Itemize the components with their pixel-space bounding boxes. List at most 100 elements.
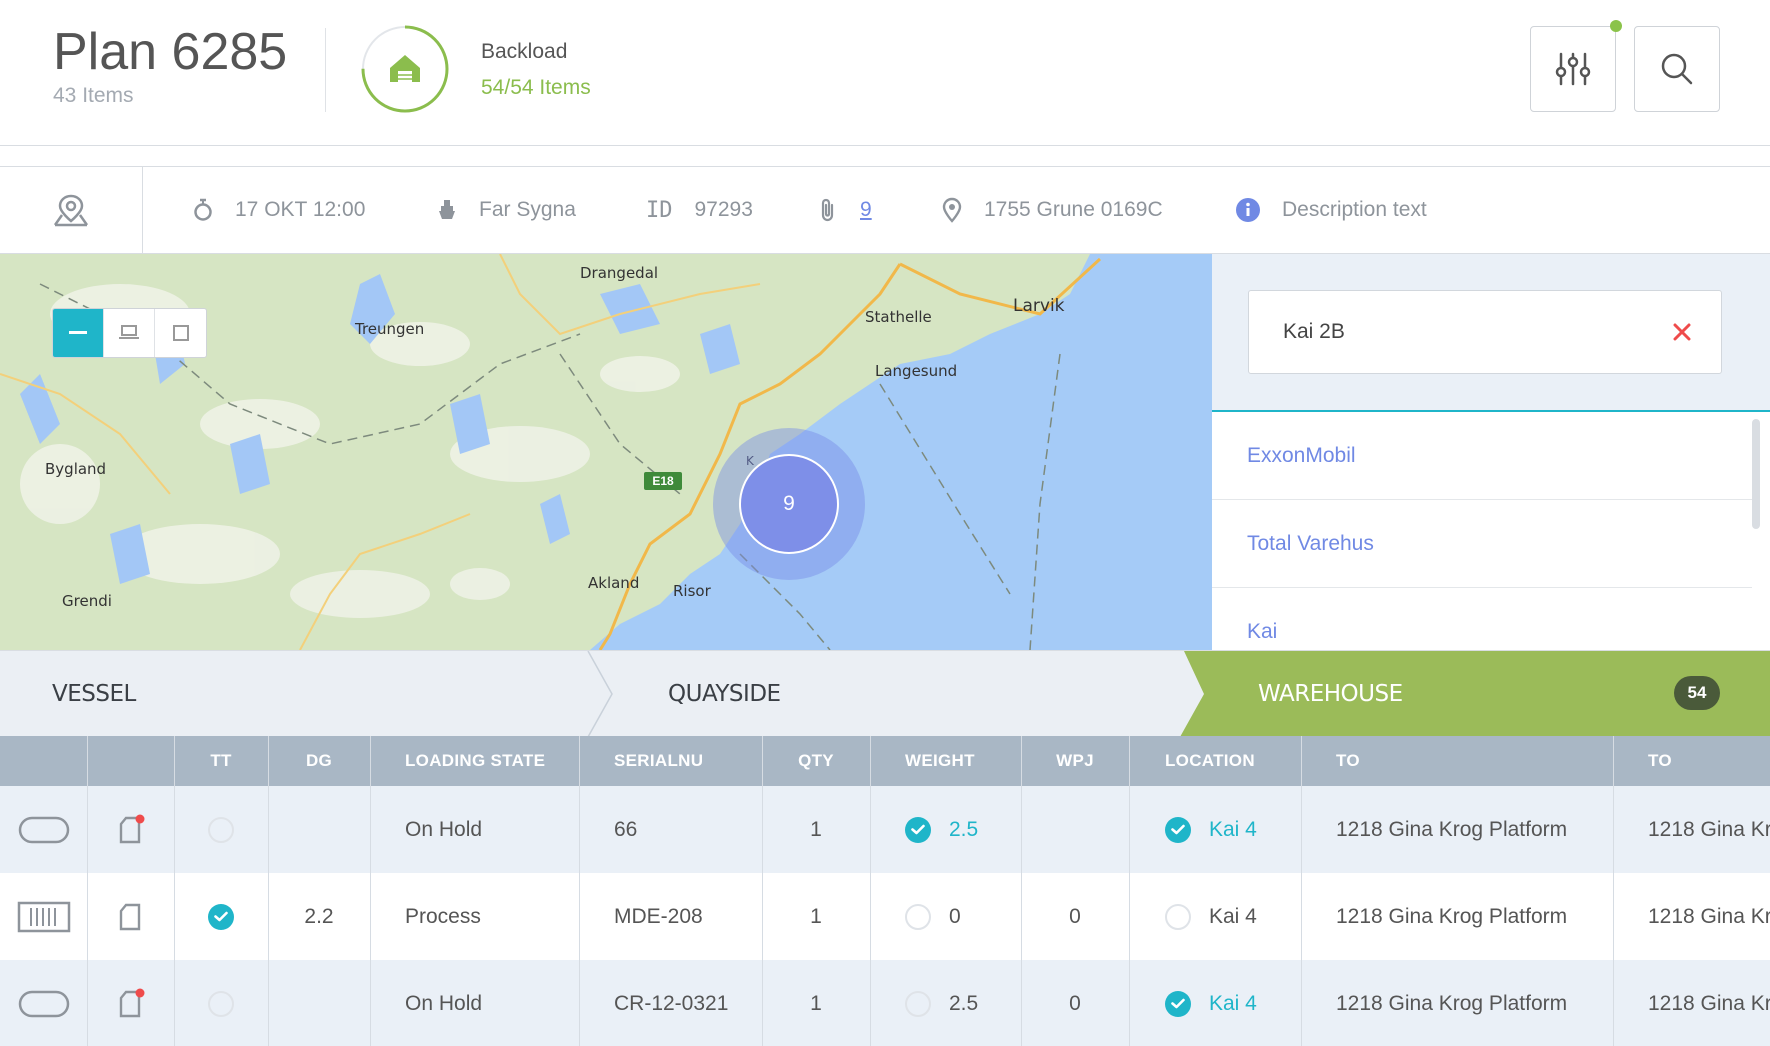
table-row[interactable]: On Hold CR-12-0321 1 2.5 0 Kai 4 1218 Gina Kro…: [0, 960, 1770, 1046]
tt-checkbox[interactable]: [208, 816, 234, 843]
tt-checkbox[interactable]: [208, 903, 234, 930]
cargo-type-cell: [0, 873, 87, 960]
view-split-button[interactable]: [104, 309, 155, 357]
qty-cell: 1: [810, 817, 822, 841]
col-weight[interactable]: WEIGHT: [905, 736, 975, 786]
tab-vessel[interactable]: VESSEL: [52, 651, 136, 737]
table-row[interactable]: 2.2 Process MDE-208 1 0 0 Kai 4 1218 Gina Krog …: [0, 873, 1770, 960]
wpj-cell: [1021, 786, 1129, 873]
suggestion-item[interactable]: ExxonMobil: [1212, 412, 1752, 500]
checkmark-icon: [214, 911, 228, 922]
weight-value: 2.5: [949, 817, 979, 841]
to-cell: 1218 Gina Krog Platform: [1336, 817, 1568, 841]
serial-cell: 66: [614, 817, 638, 841]
col-divider: [268, 736, 269, 1046]
location-checkbox[interactable]: [1165, 903, 1191, 930]
warehouse-icon: [390, 55, 420, 82]
warehouse-count-badge: 54: [1674, 676, 1720, 710]
col-tt[interactable]: TT: [174, 736, 268, 786]
view-maximize-button[interactable]: [155, 309, 206, 357]
table-header: TT DG LOADING STATE SERIALNU QTY WEIGHT …: [0, 736, 1770, 786]
info-vessel-text: Far Sygna: [479, 198, 576, 221]
document-cell[interactable]: [87, 960, 174, 1046]
col-wpj[interactable]: WPJ: [1021, 736, 1129, 786]
attachments-link[interactable]: 9: [860, 198, 872, 222]
checkmark-icon: [911, 824, 925, 835]
tab-quayside[interactable]: QUAYSIDE: [668, 651, 781, 737]
info-location: 1755 Grune 0169C: [942, 167, 1163, 253]
col-dg[interactable]: DG: [268, 736, 370, 786]
checkmark-icon: [1171, 998, 1185, 1009]
weight-checkbox[interactable]: [905, 816, 931, 843]
clear-search-button[interactable]: [1664, 314, 1700, 350]
stage-tabs-shapes: [587, 651, 1770, 737]
document-cell[interactable]: [87, 786, 174, 873]
location-search-header: [1212, 254, 1770, 412]
tt-checkbox[interactable]: [208, 990, 234, 1017]
map-label-drangedal: Drangedal: [580, 264, 659, 282]
col-serial[interactable]: SERIALNU: [614, 736, 703, 786]
col-divider: [174, 736, 175, 1046]
view-minimize-button[interactable]: [53, 309, 104, 357]
col-divider: [1301, 736, 1302, 1046]
info-location-text: 1755 Grune 0169C: [984, 198, 1163, 221]
road-badge-e18: E18: [644, 472, 682, 490]
location-search-panel: ExxonMobil Total Varehus Kai: [1212, 254, 1770, 676]
suggestions-scrollbar[interactable]: [1752, 419, 1760, 529]
loading-state-cell: On Hold: [405, 817, 483, 841]
col-divider: [1129, 736, 1130, 1046]
document-icon: [119, 988, 144, 1017]
search-button[interactable]: [1634, 26, 1720, 112]
cargo-type-cell: [0, 786, 87, 873]
weight-checkbox[interactable]: [905, 990, 931, 1017]
col-divider: [579, 736, 580, 1046]
to-secondary-cell: 1218 Gina Kr: [1648, 904, 1770, 928]
col-to[interactable]: TO: [1336, 736, 1360, 786]
map-label-akland: Akland: [588, 574, 640, 592]
location-pin-icon: [942, 197, 962, 223]
tank-icon: [18, 816, 69, 843]
backload-progress-ring: [361, 25, 449, 113]
location-cell: Kai 4: [1165, 960, 1257, 1046]
table-row[interactable]: On Hold 66 1 2.5 Kai 4 1218 Gina Krog Platfor…: [0, 786, 1770, 873]
weight-value: 0: [949, 904, 961, 928]
header-divider: [325, 28, 326, 112]
weight-cell: 0: [905, 873, 961, 960]
cargo-type-cell: [0, 960, 87, 1046]
info-datetime-text: 17 OKT 12:00: [235, 198, 366, 221]
qty-cell: 1: [810, 904, 822, 928]
suggestion-item[interactable]: Total Varehus: [1212, 500, 1752, 588]
document-icon: [119, 814, 144, 843]
map-label-larvik: Larvik: [1013, 296, 1065, 316]
col-to-secondary[interactable]: TO: [1648, 736, 1672, 786]
col-loading-state[interactable]: LOADING STATE: [405, 736, 545, 786]
tab-warehouse[interactable]: WAREHOUSE: [1258, 651, 1403, 737]
dg-cell: [268, 786, 370, 873]
tt-cell: [174, 786, 268, 873]
info-id-text: 97293: [694, 198, 753, 221]
serial-cell: CR-12-0321: [614, 991, 729, 1015]
location-checkbox[interactable]: [1165, 990, 1191, 1017]
info-bar: 17 OKT 12:00 Far Sygna ID 97293 9 1755 G…: [0, 166, 1770, 254]
info-attachments[interactable]: 9: [818, 167, 872, 253]
col-qty[interactable]: QTY: [762, 736, 870, 786]
plan-item-count: 43 Items: [53, 84, 134, 107]
filter-button[interactable]: [1530, 26, 1616, 112]
split-view-icon: [119, 325, 139, 339]
map-toggle-button[interactable]: [0, 167, 143, 253]
weight-value: 2.5: [949, 991, 979, 1015]
location-checkbox[interactable]: [1165, 816, 1191, 843]
col-divider: [762, 736, 763, 1046]
weight-checkbox[interactable]: [905, 903, 931, 930]
dg-cell: [268, 960, 370, 1046]
location-search-input[interactable]: [1248, 290, 1722, 374]
to-cell: 1218 Gina Krog Platform: [1336, 991, 1568, 1015]
map-cluster-marker[interactable]: 9: [739, 454, 839, 554]
col-location[interactable]: LOCATION: [1165, 736, 1255, 786]
document-cell[interactable]: [87, 873, 174, 960]
col-divider: [870, 736, 871, 1046]
info-icon: [1236, 198, 1260, 222]
to-secondary-cell: 1218 Gina Kr: [1648, 817, 1770, 841]
info-id: ID 97293: [646, 167, 753, 253]
search-icon: [1661, 53, 1693, 85]
